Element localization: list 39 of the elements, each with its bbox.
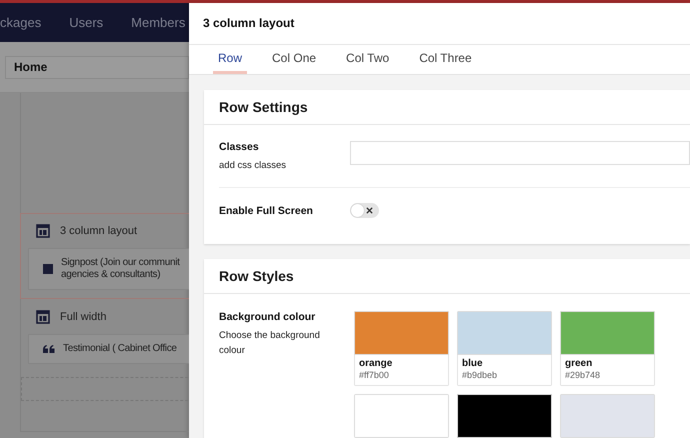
- swatch-name: blue: [462, 358, 484, 369]
- tab[interactable]: Col Three: [414, 44, 477, 74]
- content-item[interactable]: Signpost (Join our communit agencies & consultants): [28, 248, 189, 290]
- cross-icon: [366, 207, 373, 214]
- swatch-name: orange: [359, 358, 394, 369]
- colour-swatch[interactable]: blue #b9dbeb: [457, 311, 552, 386]
- field-label: Classes: [219, 141, 260, 153]
- item-label: Testimonial ( Cabinet Office: [63, 343, 177, 355]
- nav-link[interactable]: Users: [69, 15, 104, 30]
- nav-link[interactable]: Members: [131, 15, 186, 30]
- colour-swatch[interactable]: green #29b748: [560, 311, 655, 386]
- block-title: 3 column layout: [60, 225, 138, 237]
- tab[interactable]: Row: [213, 44, 248, 74]
- page-name-field[interactable]: Home: [5, 56, 189, 78]
- swatch-name: green: [565, 358, 594, 369]
- quote-icon: [43, 345, 55, 353]
- layout-icon: [36, 224, 50, 238]
- dialog-title: 3 column layout: [203, 16, 294, 30]
- field-label: Background colour: [219, 311, 316, 323]
- square-icon: [43, 264, 53, 274]
- swatch-hex: #b9dbeb: [462, 370, 498, 380]
- block-title: Full width: [60, 311, 106, 323]
- field-label: Enable Full Screen: [219, 205, 314, 217]
- layout-block[interactable]: Full width Testimonial ( Cabinet Office: [20, 299, 189, 373]
- tab[interactable]: Col One: [267, 44, 322, 74]
- tab[interactable]: Col Two: [341, 44, 394, 74]
- item-label: Signpost (Join our communit agencies & consultants): [61, 257, 180, 281]
- swatch-hex: #ff7b00: [359, 370, 390, 380]
- field-description: add css classes: [219, 159, 288, 173]
- classes-input[interactable]: [350, 141, 690, 165]
- field-description: Choose the background colour: [219, 329, 321, 358]
- layout-icon: [36, 310, 50, 324]
- nav-link[interactable]: ckages: [0, 15, 42, 30]
- toggle-switch[interactable]: [350, 203, 379, 218]
- section-title: Row Styles: [219, 268, 294, 284]
- swatch-hex: #29b748: [565, 370, 602, 380]
- section-title: Row Settings: [219, 99, 308, 115]
- colour-swatch[interactable]: orange #ff7b00: [354, 311, 449, 386]
- content-item[interactable]: Testimonial ( Cabinet Office: [28, 334, 189, 364]
